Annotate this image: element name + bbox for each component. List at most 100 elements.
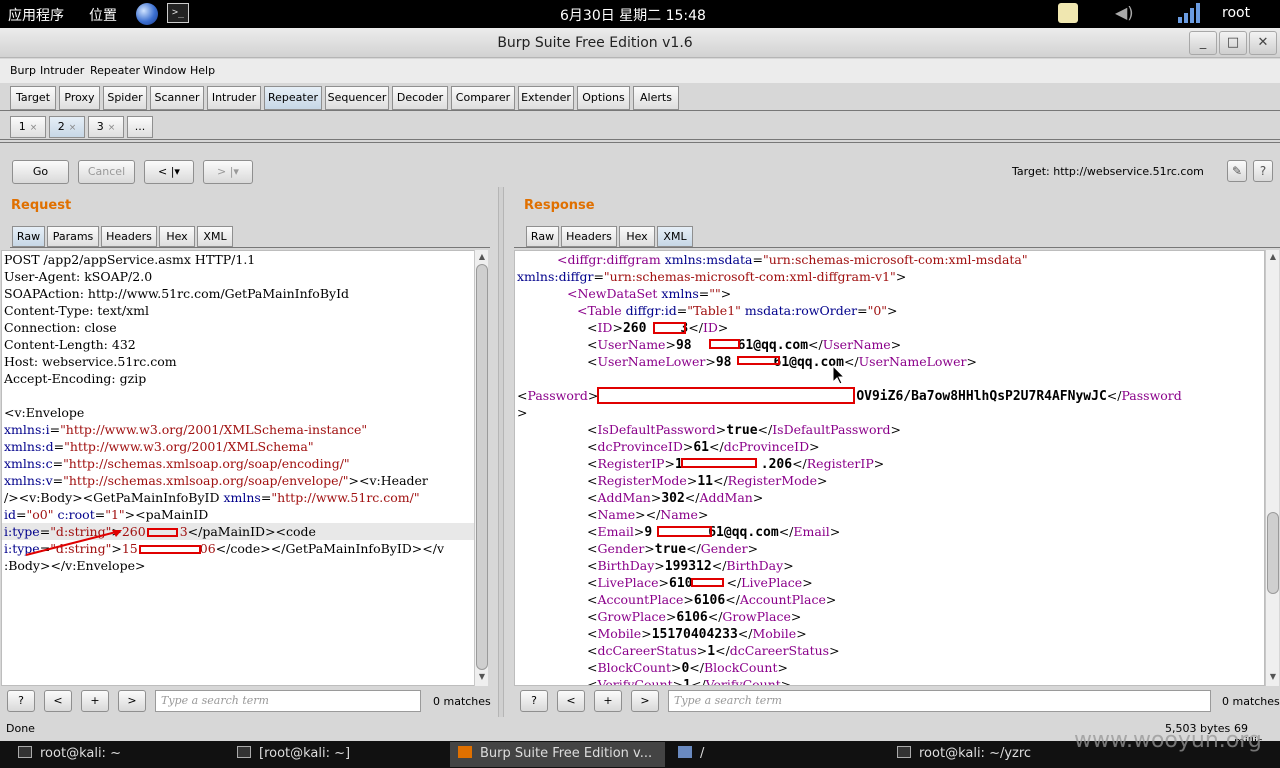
tab-scanner[interactable]: Scanner: [150, 86, 204, 110]
redaction-box: [709, 339, 740, 349]
forward-button[interactable]: > |▾: [203, 160, 253, 184]
tab-target[interactable]: Target: [10, 86, 56, 110]
menu-window[interactable]: Window: [143, 64, 186, 77]
request-scrollbar[interactable]: ▲ ▼: [474, 250, 488, 686]
field-tag: ID: [597, 320, 613, 335]
menu-burp[interactable]: Burp: [10, 64, 36, 77]
close-button[interactable]: ✕: [1249, 31, 1277, 55]
search-add-button[interactable]: +: [594, 690, 622, 712]
clock[interactable]: 6月30日 星期二 15:48: [560, 5, 706, 25]
scroll-up-icon[interactable]: ▲: [1266, 252, 1280, 264]
field-value-2: 61@qq.com: [737, 338, 809, 353]
taskbar-item-terminal-1[interactable]: root@kali: ~: [18, 746, 121, 761]
scroll-up-icon[interactable]: ▲: [475, 252, 489, 264]
field-value: 6106: [676, 610, 708, 625]
repeater-tab-3[interactable]: 3 ×: [88, 116, 124, 138]
tab-comparer[interactable]: Comparer: [451, 86, 515, 110]
scroll-down-icon[interactable]: ▼: [475, 672, 489, 684]
menu-help[interactable]: Help: [190, 64, 215, 77]
response-field-name: <Name></Name>: [587, 507, 709, 522]
user-menu[interactable]: root: [1222, 5, 1250, 21]
volume-icon[interactable]: ◀): [1115, 3, 1134, 22]
tab-extender[interactable]: Extender: [518, 86, 574, 110]
tabs-divider: [0, 110, 1280, 111]
close-tab-icon[interactable]: ×: [69, 123, 77, 133]
request-line: Host: webservice.51rc.com: [4, 354, 177, 369]
search-add-button[interactable]: +: [81, 690, 109, 712]
go-button[interactable]: Go: [12, 160, 69, 184]
repeater-tab-1[interactable]: 1 ×: [10, 116, 46, 138]
applications-menu[interactable]: 应用程序: [8, 5, 64, 25]
browser-icon[interactable]: [136, 3, 158, 25]
terminal-icon[interactable]: >_: [167, 3, 189, 23]
tab-alerts[interactable]: Alerts: [633, 86, 679, 110]
close-tab-icon[interactable]: ×: [108, 123, 116, 133]
menu-intruder[interactable]: Intruder: [40, 64, 84, 77]
response-tab-raw[interactable]: Raw: [526, 226, 559, 247]
field-tag: AccountPlace: [739, 592, 826, 607]
request-tab-params[interactable]: Params: [47, 226, 99, 247]
help-icon[interactable]: ?: [1253, 160, 1273, 182]
split-divider[interactable]: [498, 187, 504, 717]
notification-icon[interactable]: [1058, 3, 1078, 23]
tab-options[interactable]: Options: [577, 86, 630, 110]
edit-target-icon[interactable]: ✎: [1227, 160, 1247, 182]
search-help-icon[interactable]: ?: [7, 690, 35, 712]
network-icon[interactable]: [1178, 3, 1200, 23]
field-tag: GrowPlace: [597, 609, 666, 624]
scroll-thumb[interactable]: [476, 264, 488, 670]
response-field-gender: <Gender>true</Gender>: [587, 541, 759, 557]
request-tab-headers[interactable]: Headers: [101, 226, 157, 247]
taskbar-item-folder[interactable]: /: [678, 746, 704, 761]
request-xml-line: /><v:Body><GetPaMainInfoByID xmlns="http…: [4, 490, 420, 505]
field-tag: Mobile: [752, 626, 797, 641]
response-tab-hex[interactable]: Hex: [619, 226, 655, 247]
tab-sequencer[interactable]: Sequencer: [325, 86, 389, 110]
response-tab-headers[interactable]: Headers: [561, 226, 617, 247]
search-help-icon[interactable]: ?: [520, 690, 548, 712]
response-field-accountplace: <AccountPlace>6106</AccountPlace>: [587, 592, 837, 608]
request-search-input[interactable]: Type a search term: [155, 690, 421, 712]
maximize-button[interactable]: □: [1219, 31, 1247, 55]
response-field-addman: <AddMan>302</AddMan>: [587, 490, 764, 506]
request-tab-xml[interactable]: XML: [197, 226, 233, 247]
tab-repeater[interactable]: Repeater: [264, 86, 322, 110]
request-tabs-line: [10, 247, 490, 248]
response-line: <diffgr:diffgram xmlns:msdata="urn:schem…: [557, 252, 1028, 267]
response-search-input[interactable]: Type a search term: [668, 690, 1211, 712]
response-editor[interactable]: <diffgr:diffgram xmlns:msdata="urn:schem…: [514, 250, 1265, 686]
menu-repeater[interactable]: Repeater: [90, 64, 140, 77]
tab-spider[interactable]: Spider: [103, 86, 147, 110]
search-prev-button[interactable]: <: [44, 690, 72, 712]
search-next-button[interactable]: >: [118, 690, 146, 712]
tab-intruder[interactable]: Intruder: [207, 86, 261, 110]
request-tab-raw[interactable]: Raw: [12, 226, 45, 247]
redaction-box: [653, 322, 686, 334]
response-line: xmlns:diffgr="urn:schemas-microsoft-com:…: [517, 269, 907, 284]
taskbar-label: /: [700, 746, 705, 761]
search-next-button[interactable]: >: [631, 690, 659, 712]
response-scrollbar[interactable]: ▲ ▼: [1265, 250, 1279, 686]
repeater-tab-new[interactable]: ...: [127, 116, 153, 138]
field-tag: Name: [597, 507, 636, 522]
cancel-button[interactable]: Cancel: [78, 160, 135, 184]
minimize-button[interactable]: _: [1189, 31, 1217, 55]
close-tab-icon[interactable]: ×: [30, 123, 38, 133]
repeater-tab-2[interactable]: 2 ×: [49, 116, 85, 138]
field-value: 61: [693, 440, 710, 455]
back-button[interactable]: < |▾: [144, 160, 194, 184]
tab-proxy[interactable]: Proxy: [59, 86, 100, 110]
places-menu[interactable]: 位置: [89, 5, 117, 25]
tab-decoder[interactable]: Decoder: [392, 86, 448, 110]
response-tab-xml[interactable]: XML: [657, 226, 693, 247]
field-tag: UserName: [597, 337, 666, 352]
field-tag: dcProvinceID: [723, 439, 810, 454]
taskbar-item-burp[interactable]: Burp Suite Free Edition v...: [458, 746, 652, 761]
scroll-thumb[interactable]: [1267, 512, 1279, 594]
request-tab-hex[interactable]: Hex: [159, 226, 195, 247]
taskbar-item-terminal-3[interactable]: root@kali: ~/yzrc: [897, 746, 1031, 761]
taskbar-item-terminal-2[interactable]: [root@kali: ~]: [237, 746, 350, 761]
request-editor[interactable]: POST /app2/appService.asmx HTTP/1.1 User…: [1, 250, 475, 686]
search-prev-button[interactable]: <: [557, 690, 585, 712]
scroll-down-icon[interactable]: ▼: [1266, 672, 1280, 684]
